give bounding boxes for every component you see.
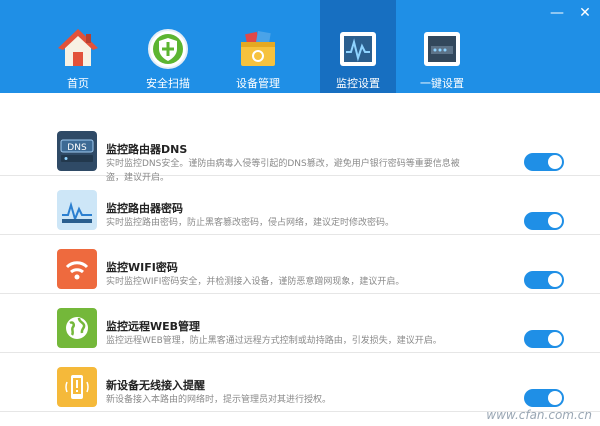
setting-row-router-password: 监控路由器密码 实时监控路由密码，防止黑客篡改密码，侵占网络，建议定时修改密码。 <box>0 176 600 235</box>
nav-label: 一键设置 <box>420 77 464 90</box>
nav-item-monitor-settings[interactable]: 监控设置 <box>320 0 396 93</box>
setting-title: 监控WIFI密码 <box>106 261 178 274</box>
setting-description: 监控远程WEB管理，防止黑客通过远程方式控制或劫持路由，引发损失，建议开启。 <box>106 336 442 346</box>
dns-icon: DNS <box>57 131 97 171</box>
toggle-knob <box>548 332 562 346</box>
main-nav: 首页 安全扫描 设备管理 监控设置 一键设置 <box>0 0 600 93</box>
dns-monitor-toggle[interactable] <box>524 153 564 171</box>
minimize-button[interactable]: — <box>550 6 564 20</box>
setting-row-new-device: 新设备无线接入提醒 新设备接入本路由的网络时，提示管理员对其进行授权。 <box>0 353 600 412</box>
nav-label: 安全扫描 <box>146 77 190 90</box>
toggle-knob <box>548 273 562 287</box>
setting-title: 监控路由器密码 <box>106 202 183 215</box>
router-password-monitor-toggle[interactable] <box>524 212 564 230</box>
nav-label: 首页 <box>67 77 89 90</box>
toggle-knob <box>548 391 562 405</box>
close-button[interactable]: ✕ <box>578 6 592 20</box>
svg-text:DNS: DNS <box>67 143 87 153</box>
window-controls: — ✕ <box>550 6 592 20</box>
globe-icon <box>57 308 97 348</box>
setting-title: 新设备无线接入提醒 <box>106 379 205 392</box>
setting-title: 监控远程WEB管理 <box>106 320 201 333</box>
setting-title: 监控路由器DNS <box>106 143 188 156</box>
setting-description: 实时监控WIFI密码安全，并检测接入设备，谨防恶意蹭网现象，建议开启。 <box>106 277 405 287</box>
nav-label: 监控设置 <box>336 77 380 90</box>
toggle-knob <box>548 155 562 169</box>
router-icon <box>420 27 464 71</box>
watermark: www.cfan.com.cn <box>486 408 592 422</box>
wifi-password-monitor-toggle[interactable] <box>524 271 564 289</box>
setting-row-wifi-password: 监控WIFI密码 实时监控WIFI密码安全，并检测接入设备，谨防恶意蹭网现象，建… <box>0 235 600 294</box>
shield-icon <box>146 27 190 71</box>
nav-label: 设备管理 <box>236 77 280 90</box>
app-header: 首页 安全扫描 设备管理 监控设置 一键设置 — ✕ <box>0 0 600 93</box>
remote-web-monitor-toggle[interactable] <box>524 330 564 348</box>
wifi-icon <box>57 249 97 289</box>
router-password-icon <box>57 190 97 230</box>
new-device-alert-toggle[interactable] <box>524 389 564 407</box>
nav-item-device-management[interactable]: 设备管理 <box>220 0 296 93</box>
nav-item-one-click-setup[interactable]: 一键设置 <box>404 0 480 93</box>
toggle-knob <box>548 214 562 228</box>
nav-item-security-scan[interactable]: 安全扫描 <box>130 0 206 93</box>
setting-row-remote-web: 监控远程WEB管理 监控远程WEB管理，防止黑客通过远程方式控制或劫持路由，引发… <box>0 294 600 353</box>
nav-item-home[interactable]: 首页 <box>40 0 116 93</box>
setting-description: 实时监控路由密码，防止黑客篡改密码，侵占网络，建议定时修改密码。 <box>106 218 395 228</box>
setting-row-dns: DNS 监控路由器DNS 实时监控DNS安全。谨防由病毒入侵等引起的DNS篡改，… <box>0 117 600 183</box>
device-box-icon <box>236 27 280 71</box>
setting-description: 新设备接入本路由的网络时，提示管理员对其进行授权。 <box>106 395 332 405</box>
home-icon <box>56 27 100 71</box>
monitor-settings-list: DNS 监控路由器DNS 实时监控DNS安全。谨防由病毒入侵等引起的DNS篡改，… <box>0 93 600 426</box>
monitor-icon <box>336 27 380 71</box>
phone-alert-icon <box>57 367 97 407</box>
